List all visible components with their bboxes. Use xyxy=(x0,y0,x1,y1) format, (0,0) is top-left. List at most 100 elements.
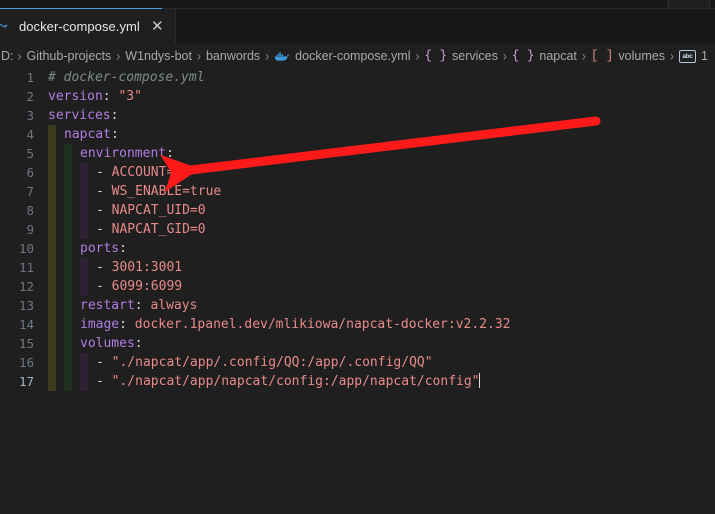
breadcrumb-item-volumes[interactable]: [ ] volumes xyxy=(590,49,666,63)
code-line[interactable]: 16 - "./napcat/app/.config/QQ:/app/.confi… xyxy=(0,353,715,372)
code-tokens: - NAPCAT_GID=0 xyxy=(48,222,206,237)
token-punct: : xyxy=(119,317,135,332)
code-line[interactable]: 12 - 6099:6099 xyxy=(0,277,715,296)
breadcrumb-item-docker-compose-yml[interactable]: docker-compose.yml xyxy=(273,49,411,63)
tab-label: docker-compose.yml xyxy=(19,19,140,34)
breadcrumb-item-index-1[interactable]: abc 1 xyxy=(678,49,709,63)
code-line[interactable]: 3 services: xyxy=(0,106,715,125)
gutter-gap xyxy=(34,334,48,353)
token-dash: - xyxy=(96,165,112,180)
breadcrumb-item-services[interactable]: { } services xyxy=(424,49,499,63)
code-line[interactable]: 17 - "./napcat/app/napcat/config:/app/nap… xyxy=(0,372,715,391)
code-tokens: services: xyxy=(48,108,118,123)
code-editor[interactable]: 1 # docker-compose.yml 2 version: "3" 3 servi… xyxy=(0,68,715,514)
token-key: restart xyxy=(80,298,135,313)
code-line[interactable]: 5 environment: xyxy=(0,144,715,163)
vscode-window: docker-compose.yml ✕ D: › Github-project… xyxy=(0,0,715,514)
breadcrumb-label: docker-compose.yml xyxy=(295,49,411,63)
breadcrumb-label: W1ndys-bot xyxy=(125,49,192,63)
gutter-gap xyxy=(34,201,48,220)
code-line[interactable]: 15 volumes: xyxy=(0,334,715,353)
token-plain: ACCOUNT= xyxy=(111,165,175,180)
line-number: 8 xyxy=(26,203,34,218)
token-dash: - xyxy=(96,279,112,294)
breadcrumb-separator-icon: › xyxy=(669,47,674,65)
object-braces-icon: { } xyxy=(424,49,448,63)
breadcrumb-item-drive[interactable]: D: xyxy=(0,49,15,63)
token-dash: - xyxy=(96,374,112,389)
token-key: napcat xyxy=(64,127,111,142)
code-line-content: - 6099:6099 xyxy=(48,277,715,296)
array-brackets-icon: [ ] xyxy=(590,49,614,63)
window-title-strip xyxy=(0,0,715,9)
breadcrumb-item-banwords[interactable]: banwords xyxy=(205,49,261,63)
code-line[interactable]: 11 - 3001:3001 xyxy=(0,258,715,277)
token-dash: - xyxy=(96,184,112,199)
code-line[interactable]: 8 - NAPCAT_UID=0 xyxy=(0,201,715,220)
code-tokens: - 6099:6099 xyxy=(48,279,182,294)
line-number: 17 xyxy=(18,374,34,389)
code-line-content: volumes: xyxy=(48,334,715,353)
gutter-gap xyxy=(34,68,48,87)
code-line[interactable]: 13 restart: always xyxy=(0,296,715,315)
line-number: 7 xyxy=(26,184,34,199)
code-tokens: - "./napcat/app/napcat/config:/app/napca… xyxy=(48,373,481,389)
line-number: 6 xyxy=(26,165,34,180)
token-plain: NAPCAT_GID=0 xyxy=(111,222,206,237)
code-line[interactable]: 1 # docker-compose.yml xyxy=(0,68,715,87)
code-line-content: image: docker.1panel.dev/mlikiowa/napcat… xyxy=(48,315,715,334)
gutter-gap xyxy=(34,353,48,372)
line-number: 13 xyxy=(18,298,34,313)
code-line[interactable]: 4 napcat: xyxy=(0,125,715,144)
token-punct: : xyxy=(119,241,127,256)
code-line[interactable]: 2 version: "3" xyxy=(0,87,715,106)
gutter-gap xyxy=(34,258,48,277)
code-tokens: # docker-compose.yml xyxy=(48,70,205,85)
code-line[interactable]: 14 image: docker.1panel.dev/mlikiowa/napc… xyxy=(0,315,715,334)
breadcrumb-item-napcat[interactable]: { } napcat xyxy=(511,49,578,63)
code-tokens: napcat: xyxy=(48,127,119,142)
gutter-gap xyxy=(34,106,48,125)
gutter-gap xyxy=(34,125,48,144)
token-punct: : xyxy=(102,89,119,104)
code-line[interactable]: 10 ports: xyxy=(0,239,715,258)
docker-whale-icon xyxy=(274,50,290,63)
breadcrumb-label: banwords xyxy=(205,49,261,63)
code-tokens: ports: xyxy=(48,241,127,256)
token-punct: : xyxy=(110,127,119,142)
code-line[interactable]: 9 - NAPCAT_GID=0 xyxy=(0,220,715,239)
line-number: 3 xyxy=(26,108,34,123)
tab-docker-compose-yml[interactable]: docker-compose.yml ✕ xyxy=(0,9,176,44)
code-tokens: - WS_ENABLE=true xyxy=(48,184,221,199)
tab-close-icon[interactable]: ✕ xyxy=(149,18,166,35)
code-line-content: - NAPCAT_GID=0 xyxy=(48,220,715,239)
breadcrumb-item-github-projects[interactable]: Github-projects xyxy=(26,49,113,63)
code-line[interactable]: 7 - WS_ENABLE=true xyxy=(0,182,715,201)
token-key: image xyxy=(80,317,120,332)
code-line-content: # docker-compose.yml xyxy=(48,68,715,87)
token-key: environment xyxy=(80,146,167,161)
token-punct: : xyxy=(134,298,151,313)
breadcrumb-separator-icon: › xyxy=(17,47,22,65)
breadcrumb-label: napcat xyxy=(539,49,577,63)
token-punct: : xyxy=(110,108,119,123)
line-number: 15 xyxy=(18,336,34,351)
code-tokens: - 3001:3001 xyxy=(48,260,182,275)
breadcrumb-label: Github-projects xyxy=(26,49,112,63)
token-punct: : xyxy=(134,336,143,351)
code-line-content: - "./napcat/app/.config/QQ:/app/.config/… xyxy=(48,353,715,372)
token-punct: : xyxy=(166,146,174,161)
line-number: 12 xyxy=(18,279,34,294)
token-string: "3" xyxy=(118,89,142,104)
yaml-file-icon xyxy=(0,19,12,34)
code-tokens: environment: xyxy=(48,146,174,161)
gutter-gap xyxy=(34,144,48,163)
code-line[interactable]: 6 - ACCOUNT= xyxy=(0,163,715,182)
tab-bar-empty-area xyxy=(175,9,715,44)
token-key: services xyxy=(48,108,111,123)
breadcrumb-item-w1ndys-bot[interactable]: W1ndys-bot xyxy=(124,49,193,63)
object-braces-icon: { } xyxy=(511,49,535,63)
token-comment: # docker-compose.yml xyxy=(48,70,205,85)
breadcrumb-label: volumes xyxy=(618,49,665,63)
code-line-content: - ACCOUNT= xyxy=(48,163,715,182)
